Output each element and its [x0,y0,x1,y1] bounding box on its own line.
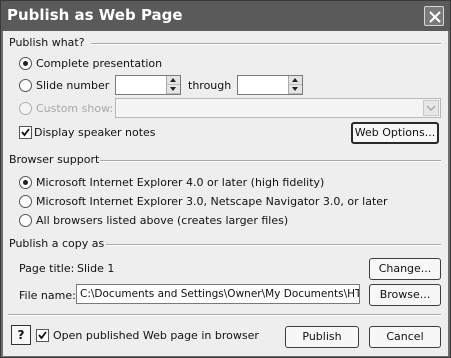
publish-button[interactable]: Publish [285,326,359,348]
close-icon [429,11,441,23]
change-title-button[interactable]: Change... [369,258,441,280]
dialog-title: Publish as Web Page [7,6,183,24]
custom-show-radio [19,102,32,115]
browser-ie4-label[interactable]: Microsoft Internet Explorer 4.0 or later… [36,176,324,189]
slide-number-radio[interactable] [19,79,32,92]
speaker-notes-label[interactable]: Display speaker notes [34,126,156,139]
browser-support-heading: Browser support [9,153,100,166]
publish-what-heading: Publish what? [9,36,85,49]
chevron-down-icon [423,100,439,116]
help-icon[interactable]: ? [11,325,31,345]
publish-dialog: Publish as Web Page Publish what? Comple… [0,0,451,358]
dialog-body: Publish what? Complete presentation Slid… [3,31,448,356]
page-title-value: Slide 1 [77,262,115,275]
browser-all-label[interactable]: All browsers listed above (creates large… [36,214,288,227]
footer-divider [8,314,441,316]
browse-button[interactable]: Browse... [369,284,441,306]
browser-ie4-radio[interactable] [19,176,32,189]
publish-copy-heading: Publish a copy as [9,237,105,250]
spin-up-icon[interactable] [167,76,180,85]
spin-down-icon[interactable] [289,85,302,94]
section-divider [91,43,441,45]
slide-from-spin-buttons[interactable] [166,76,180,94]
browser-ie3-radio[interactable] [19,195,32,208]
page-title-label: Page title: [19,262,75,275]
close-button[interactable] [424,6,444,26]
open-in-browser-label[interactable]: Open published Web page in browser [53,329,259,342]
slide-from-stepper[interactable] [115,75,181,95]
through-label: through [188,79,232,92]
custom-show-label: Custom show: [36,102,114,115]
browser-all-radio[interactable] [19,214,32,227]
title-bar: Publish as Web Page [1,1,450,31]
complete-presentation-label[interactable]: Complete presentation [36,57,162,70]
section-divider [100,160,441,162]
complete-presentation-radio[interactable] [19,57,32,70]
speaker-notes-checkbox[interactable] [19,126,32,139]
check-icon [21,128,30,137]
slide-to-spin-buttons[interactable] [288,76,302,94]
browser-ie3-label[interactable]: Microsoft Internet Explorer 3.0, Netscap… [36,195,388,208]
web-options-button[interactable]: Web Options... [351,122,439,144]
slide-number-label[interactable]: Slide number [36,79,109,92]
check-icon [38,331,47,340]
open-in-browser-checkbox[interactable] [36,329,49,342]
spin-down-icon[interactable] [167,85,180,94]
custom-show-dropdown [115,98,441,118]
file-name-field[interactable]: C:\Documents and Settings\Owner\My Docum… [76,284,360,304]
cancel-button[interactable]: Cancel [369,326,441,348]
section-divider [106,244,441,246]
slide-to-stepper[interactable] [237,75,303,95]
spin-up-icon[interactable] [289,76,302,85]
file-name-label: File name: [19,289,76,302]
